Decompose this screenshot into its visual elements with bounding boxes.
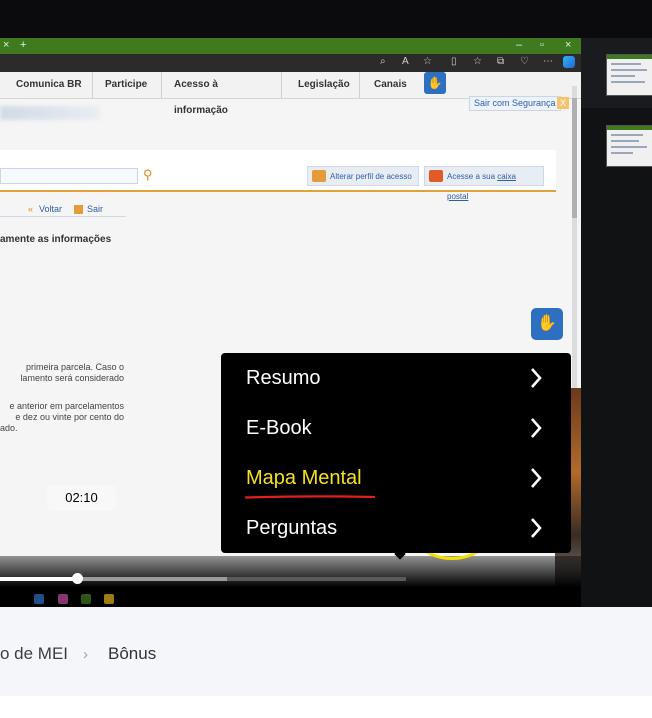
page-action-links: « Voltar Sair bbox=[0, 204, 126, 217]
alterar-perfil-button[interactable]: Alterar perfil de acesso bbox=[307, 166, 419, 186]
taskbar-app-icon bbox=[104, 594, 114, 604]
progress-scrubber-handle[interactable] bbox=[72, 573, 83, 584]
window-thumbnail[interactable] bbox=[606, 125, 652, 167]
chevron-right-icon[interactable] bbox=[529, 417, 543, 439]
libras-hand-icon: ✋ bbox=[537, 315, 557, 332]
taskbar-app-icon bbox=[58, 594, 68, 604]
time-tooltip: 02:10 bbox=[47, 485, 116, 511]
access-panel: ⚲ Alterar perfil de acesso Acesse a sua … bbox=[0, 150, 556, 201]
tab-close-icon[interactable]: × bbox=[3, 39, 9, 51]
para1-line1: primeira parcela. Caso o bbox=[25, 362, 124, 372]
browser-tab-bar: × + – ▫ × bbox=[0, 38, 581, 54]
mail-icon bbox=[429, 170, 443, 182]
blurred-header-text bbox=[0, 106, 100, 120]
chevron-right-icon[interactable] bbox=[529, 467, 543, 489]
breadcrumb-item-bonus: Bônus bbox=[108, 644, 157, 663]
collections-icon[interactable]: ⧉ bbox=[497, 56, 504, 67]
nav-participe[interactable]: Participe bbox=[97, 72, 162, 98]
close-window-icon[interactable]: × bbox=[565, 39, 571, 51]
caixa-postal-button[interactable]: Acesse a sua caixa postal bbox=[424, 166, 544, 201]
people-icon bbox=[312, 170, 326, 182]
window-thumbnail[interactable] bbox=[606, 54, 652, 96]
ai-content-menu: Resumo E-Book Mapa Mental Perguntas bbox=[221, 353, 571, 560]
browser-essentials-icon[interactable]: ♡ bbox=[520, 56, 529, 67]
restore-icon[interactable]: ▫ bbox=[540, 39, 544, 51]
nav-legislacao[interactable]: Legislação bbox=[290, 72, 360, 98]
course-breadcrumb-bar: o de MEI › Bônus bbox=[0, 607, 652, 696]
para1-line2: lamento será considerado bbox=[20, 373, 124, 383]
sair-link[interactable]: Sair bbox=[87, 204, 103, 214]
breadcrumb-item-course[interactable]: o de MEI bbox=[0, 644, 68, 664]
taskbar-windows-icon bbox=[34, 594, 44, 604]
doc-paragraph-2: e anterior em parcelamentos e dez ou vin… bbox=[0, 401, 124, 434]
progress-played bbox=[0, 577, 77, 581]
browser-toolbar: ⌕ A ☆ ▯ ☆ ⧉ ♡ ⋯ bbox=[0, 54, 581, 72]
new-tab-icon[interactable]: + bbox=[20, 39, 26, 51]
doc-heading: amente as informações bbox=[0, 234, 112, 245]
chevron-right-icon[interactable] bbox=[529, 517, 543, 539]
sair-com-seguranca-link[interactable]: Sair com Segurança bbox=[469, 96, 561, 111]
page-scrollbar-thumb[interactable] bbox=[572, 98, 577, 218]
search-icon[interactable]: ⚲ bbox=[143, 167, 159, 183]
nav-canais[interactable]: Canais bbox=[366, 72, 416, 98]
para2-line1: e anterior em parcelamentos bbox=[9, 401, 124, 411]
taskbar-app-icon bbox=[81, 594, 91, 604]
favorites-icon[interactable]: ☆ bbox=[473, 56, 482, 67]
exit-icon bbox=[74, 205, 83, 214]
para2-line2: e dez ou vinte por cento do bbox=[15, 412, 124, 422]
menu-item-ebook[interactable]: E-Book bbox=[246, 417, 312, 440]
chevron-right-icon[interactable] bbox=[529, 367, 543, 389]
recorded-taskbar bbox=[0, 592, 130, 607]
minimize-icon[interactable]: – bbox=[516, 39, 522, 51]
read-aloud-icon[interactable]: A bbox=[402, 56, 409, 67]
page-bottom bbox=[0, 696, 652, 718]
menu-item-resumo[interactable]: Resumo bbox=[246, 367, 320, 390]
nav-comunica-br[interactable]: Comunica BR bbox=[8, 72, 93, 98]
split-screen-icon[interactable]: ▯ bbox=[451, 56, 457, 67]
caixa-postal-prefix: Acesse a sua bbox=[447, 172, 498, 181]
libras-side-button[interactable]: ✋ bbox=[531, 308, 563, 340]
doc-paragraph-1: primeira parcela. Caso o lamento será co… bbox=[0, 362, 124, 384]
breadcrumb-chevron-icon: › bbox=[83, 646, 88, 663]
annotation-red-underline bbox=[245, 495, 375, 499]
copilot-icon[interactable] bbox=[563, 56, 575, 68]
zoom-icon[interactable]: ⌕ bbox=[380, 56, 386, 67]
back-arrows-icon: « bbox=[28, 204, 34, 214]
nav-acesso-informacao[interactable]: Acesso à informação bbox=[166, 72, 282, 116]
more-options-icon[interactable]: ⋯ bbox=[543, 56, 553, 67]
alterar-perfil-label: Alterar perfil de acesso bbox=[330, 172, 412, 181]
favorite-star-icon[interactable]: ☆ bbox=[423, 56, 432, 67]
libras-hand-icon[interactable]: ✋ bbox=[424, 72, 446, 94]
menu-item-mapa-mental[interactable]: Mapa Mental bbox=[246, 467, 362, 490]
top-dark-strip bbox=[0, 0, 652, 38]
sair-seguranca-close-icon[interactable]: X bbox=[557, 97, 569, 109]
voltar-link[interactable]: Voltar bbox=[39, 204, 62, 214]
para2-line3: ado. bbox=[0, 423, 18, 433]
menu-item-perguntas[interactable]: Perguntas bbox=[246, 517, 337, 540]
gov-nav-bar: Comunica BR Participe Acesso à informaçã… bbox=[0, 72, 581, 116]
site-search-input[interactable] bbox=[0, 168, 138, 184]
side-panel bbox=[581, 38, 652, 607]
video-stage: × + – ▫ × ⌕ A ☆ ▯ ☆ ⧉ ♡ ⋯ Comunica BR Pa… bbox=[0, 0, 652, 607]
